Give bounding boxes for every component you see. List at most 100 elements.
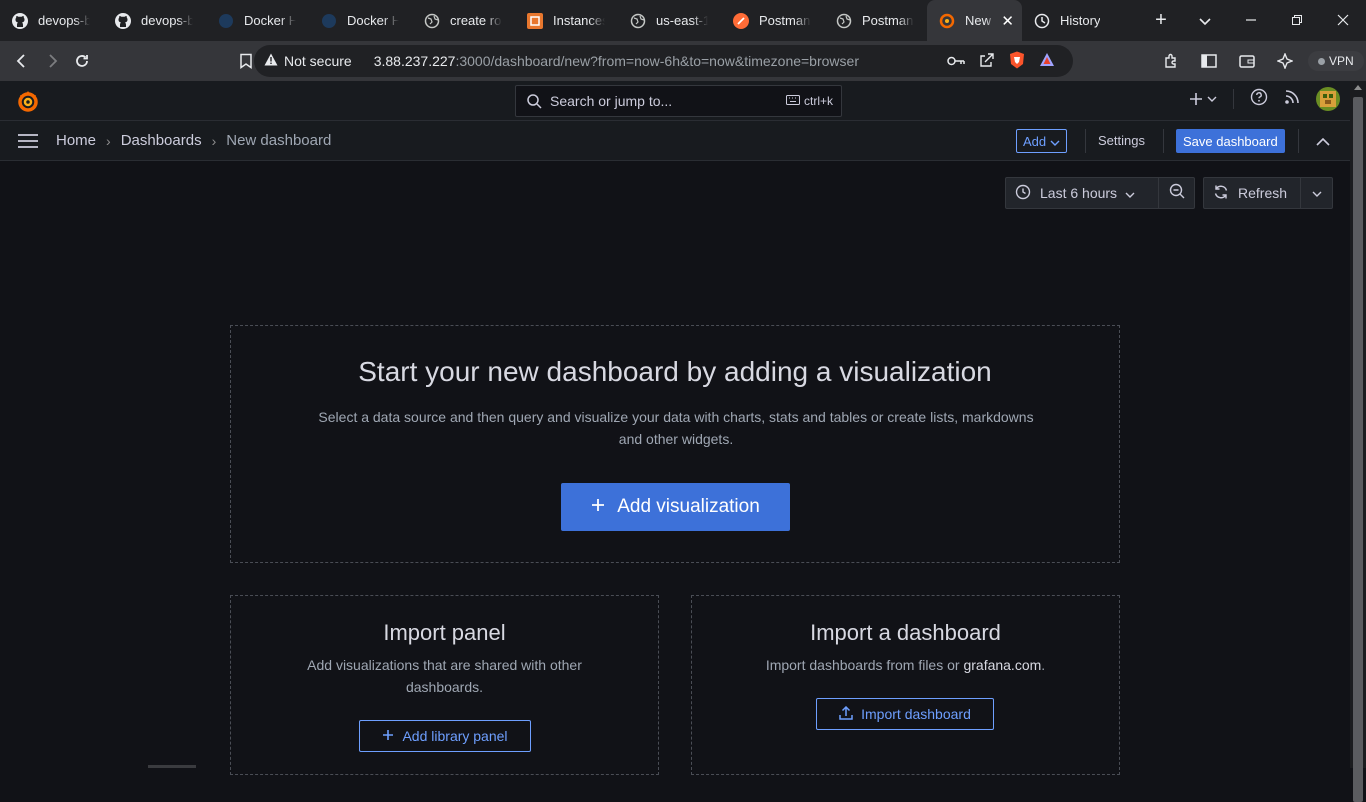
grafana-logo-icon[interactable] [16,89,40,118]
tab-instances[interactable]: Instances [515,0,618,41]
window-close-icon[interactable] [1320,13,1366,29]
wallet-icon[interactable] [1232,46,1262,76]
sidebar-icon[interactable] [1194,46,1224,76]
close-icon[interactable]: ✕ [1001,12,1014,30]
tab-postman-2[interactable]: Postman [824,0,927,41]
minimize-icon[interactable] [1228,13,1274,29]
news-rss-icon[interactable] [1284,89,1300,110]
globe-icon [836,13,852,29]
brave-rewards-icon[interactable] [1039,52,1055,71]
empty-title: Start your new dashboard by adding a vis… [358,356,992,387]
page-scrollbar[interactable] [1350,81,1366,802]
save-dashboard-button[interactable]: Save dashboard [1176,129,1285,153]
tab-label: History [1060,13,1101,28]
zoom-out-icon [1169,183,1185,204]
add-visualization-label: Add visualization [617,496,760,517]
tab-github-2[interactable]: devops-b [103,0,206,41]
tab-create-role[interactable]: create rol [412,0,515,41]
import-dashboard-label: Import dashboard [861,706,971,722]
warning-icon [264,53,278,69]
grafana-com-link[interactable]: grafana.com [963,657,1041,673]
time-range-button[interactable]: Last 6 hours [1005,177,1159,209]
address-bar[interactable]: Not secure 3.88.237.227:3000/dashboard/n… [254,45,1073,77]
tab-docker-1[interactable]: Docker Hu [206,0,309,41]
tab-label: create rol [450,13,502,28]
security-label[interactable]: Not secure [284,53,352,69]
import-dashboard-card: Import a dashboard Import dashboards fro… [691,595,1120,775]
time-range-label: Last 6 hours [1040,185,1118,201]
docker-icon [218,13,234,29]
back-icon[interactable] [7,46,37,76]
tab-label: Docker Hu [244,13,296,28]
grafana-topbar: Search or jump to... ctrl+k [0,81,1350,121]
divider [1163,129,1164,153]
breadcrumb: Home › Dashboards › New dashboard [56,132,331,149]
scroll-up-icon[interactable] [1354,85,1362,90]
new-plus-icon[interactable] [1189,92,1217,106]
tab-new-dashboard[interactable]: New d ✕ [927,0,1022,41]
new-tab-button[interactable]: + [1141,9,1181,32]
aws-icon [527,12,543,29]
divider [1233,89,1234,109]
extensions-icon[interactable] [1156,46,1186,76]
vpn-status-icon [1318,57,1325,65]
time-range-picker: Last 6 hours [1005,177,1195,209]
docker-icon [321,13,337,29]
settings-button[interactable]: Settings [1098,133,1145,148]
refresh-button[interactable]: Refresh [1203,177,1301,209]
tab-strip: devops-b devops-b Docker Hu Docker Hu cr… [0,0,1366,41]
share-icon[interactable] [979,52,995,71]
chevron-down-icon [1050,134,1060,149]
dashboard-canvas: Last 6 hours Refresh Start your new dash… [0,161,1350,775]
avatar[interactable] [1316,87,1340,111]
chevron-right-icon: › [106,132,111,149]
reload-icon[interactable] [67,46,97,76]
tab-docker-2[interactable]: Docker Hu [309,0,412,41]
window-controls [1182,0,1366,41]
tab-us-east[interactable]: us-east-1. [618,0,721,41]
chevron-down-icon [1125,185,1135,201]
history-icon [1034,13,1050,29]
tab-history[interactable]: History [1022,0,1125,41]
postman-icon [733,12,749,29]
key-icon[interactable] [947,54,965,70]
tab-postman-1[interactable]: Postman [721,0,824,41]
breadcrumb-home[interactable]: Home [56,132,96,149]
search-icon [526,93,542,109]
restore-icon[interactable] [1274,13,1320,29]
brave-shield-icon[interactable] [1009,51,1025,72]
leo-ai-icon[interactable] [1270,46,1300,76]
grafana-icon [939,13,955,29]
vpn-label: VPN [1329,54,1354,68]
add-visualization-button[interactable]: Add visualization [561,483,790,531]
tab-search-icon[interactable] [1182,13,1228,29]
tab-label: us-east-1. [656,13,708,28]
clock-icon [1015,184,1031,203]
dashboard-toolbar: Home › Dashboards › New dashboard Add Se… [0,121,1350,161]
help-icon[interactable] [1250,88,1268,111]
add-button[interactable]: Add [1016,129,1068,153]
forward-icon[interactable] [37,46,67,76]
refresh-icon [1213,184,1229,203]
tab-label: Postman [759,13,811,28]
tab-label: devops-b [38,13,90,28]
add-library-panel-button[interactable]: Add library panel [359,720,531,752]
import-dashboard-subtitle: Import dashboards from files or grafana.… [732,654,1079,676]
zoom-out-button[interactable] [1159,177,1195,209]
hamburger-menu-icon[interactable] [18,134,38,153]
plus-icon [591,496,605,518]
tab-label: Instances [553,13,605,28]
import-dashboard-button[interactable]: Import dashboard [816,698,994,730]
vpn-button[interactable]: VPN [1308,51,1364,71]
scrollbar-thumb[interactable] [1353,97,1363,802]
browser-chrome: devops-b devops-b Docker Hu Docker Hu cr… [0,0,1366,81]
search-input[interactable]: Search or jump to... ctrl+k [515,85,842,117]
chevron-up-icon[interactable] [1316,133,1330,151]
tab-github-1[interactable]: devops-b [0,0,103,41]
empty-subtitle: Select a data source and then query and … [318,409,1034,447]
tab-label: devops-b [141,13,193,28]
globe-icon [424,13,440,29]
breadcrumb-dashboards[interactable]: Dashboards [121,132,202,149]
shortcut-label: ctrl+k [803,94,833,108]
refresh-interval-dropdown[interactable] [1301,177,1333,209]
